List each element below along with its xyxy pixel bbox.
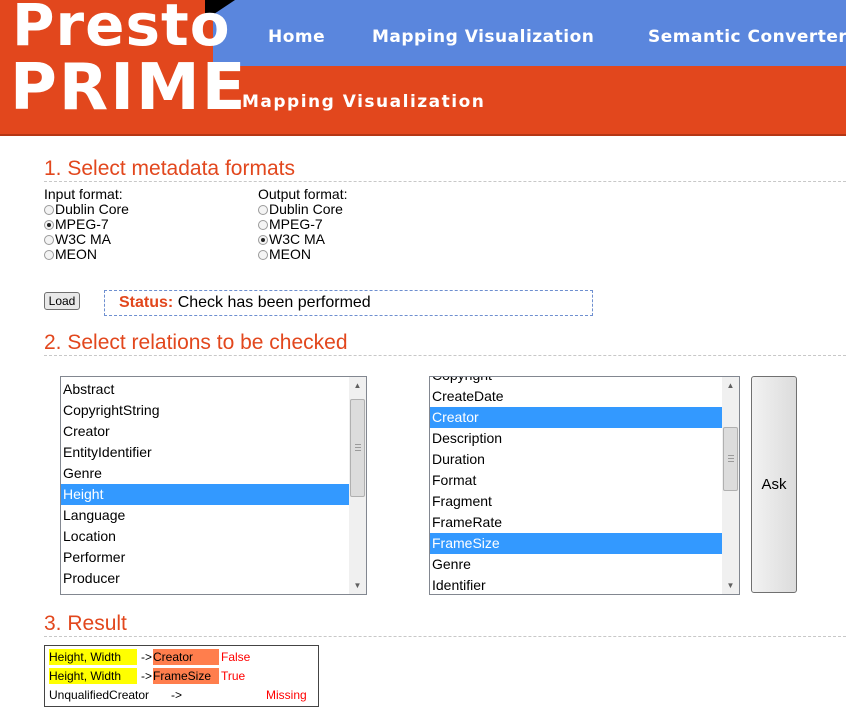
- load-button[interactable]: Load: [44, 292, 80, 310]
- output-format-label: Output format:: [258, 186, 348, 202]
- scrollbar-thumb[interactable]: [350, 399, 365, 497]
- scrollbar-thumb[interactable]: [723, 427, 738, 491]
- input-format-radio-dublin-core[interactable]: [44, 205, 54, 215]
- status-box: Status: Check has been performed: [104, 290, 593, 316]
- input-relations-items: Abstract CopyrightString Creator EntityIden…: [61, 379, 349, 589]
- output-format-radio-dublin-core[interactable]: [258, 205, 268, 215]
- result-arrow: ->: [141, 669, 153, 683]
- input-relation-item-entityidentifier[interactable]: EntityIdentifier: [61, 442, 349, 463]
- input-format-radio-w3c-ma[interactable]: [44, 235, 54, 245]
- section-1-title: 1. Select metadata formats: [44, 157, 295, 180]
- result-table: Height, Width -> Creator False Height, W…: [44, 645, 319, 707]
- input-format-option-label: MEON: [55, 246, 97, 262]
- grip-icon: [355, 444, 361, 451]
- logo-prime[interactable]: PRIME: [10, 56, 247, 120]
- header-divider: [0, 134, 846, 136]
- input-relation-item-producer[interactable]: Producer: [61, 568, 349, 589]
- input-format-option-label: Dublin Core: [55, 201, 129, 217]
- input-relation-item-creator[interactable]: Creator: [61, 421, 349, 442]
- input-relation-item-copyrightstring[interactable]: CopyrightString: [61, 400, 349, 421]
- input-format-option-dublin-core[interactable]: Dublin Core: [44, 202, 129, 217]
- output-relation-item-copyright[interactable]: Copyright: [430, 377, 722, 386]
- output-format-radio-w3c-ma[interactable]: [258, 235, 268, 245]
- status-label: Status:: [119, 294, 174, 311]
- output-format-option-label: Dublin Core: [269, 201, 343, 217]
- result-value: True: [221, 669, 246, 683]
- input-format-radio-mpeg-7[interactable]: [44, 220, 54, 230]
- output-format-options: Dublin Core MPEG-7 W3C MA MEON: [258, 202, 347, 262]
- output-relation-item-framerate[interactable]: FrameRate: [430, 512, 722, 533]
- result-value: False: [221, 650, 251, 664]
- grip-icon: [728, 455, 734, 462]
- output-relation-item-format[interactable]: Format: [430, 470, 722, 491]
- output-format-option-dublin-core[interactable]: Dublin Core: [258, 202, 347, 217]
- input-format-option-w3c-ma[interactable]: W3C MA: [44, 232, 129, 247]
- section-1-divider: [44, 181, 846, 182]
- input-relation-item-performer[interactable]: Performer: [61, 547, 349, 568]
- section-2-title: 2. Select relations to be checked: [44, 331, 348, 354]
- output-format-radio-meon[interactable]: [258, 250, 268, 260]
- logo-presto[interactable]: Presto: [12, 0, 231, 54]
- input-format-radio-meon[interactable]: [44, 250, 54, 260]
- input-relation-item-location[interactable]: Location: [61, 526, 349, 547]
- output-relation-item-genre[interactable]: Genre: [430, 554, 722, 575]
- result-source: Height, Width: [49, 668, 137, 684]
- input-format-option-label: MPEG-7: [55, 216, 109, 232]
- scroll-up-arrow-icon[interactable]: ▲: [722, 377, 739, 394]
- result-target: Creator: [153, 649, 219, 665]
- output-format-option-label: W3C MA: [269, 231, 325, 247]
- input-format-option-mpeg-7[interactable]: MPEG-7: [44, 217, 129, 232]
- output-format-option-meon[interactable]: MEON: [258, 247, 347, 262]
- output-relation-item-description[interactable]: Description: [430, 428, 722, 449]
- input-relation-item-height[interactable]: Height: [61, 484, 349, 505]
- output-format-option-label: MPEG-7: [269, 216, 323, 232]
- input-format-option-label: W3C MA: [55, 231, 111, 247]
- input-relations-listbox[interactable]: Abstract CopyrightString Creator EntityIden…: [60, 376, 367, 595]
- output-relation-item-identifier[interactable]: Identifier: [430, 575, 722, 594]
- input-format-group: Input format: Dublin Core MPEG-7 W3C MA MEO…: [44, 187, 129, 262]
- nav-mapping-visualization-link[interactable]: Mapping Visualization: [372, 27, 594, 47]
- result-target: FrameSize: [153, 668, 219, 684]
- result-arrow: ->: [171, 688, 183, 702]
- input-format-label: Input format:: [44, 186, 123, 202]
- output-format-radio-mpeg-7[interactable]: [258, 220, 268, 230]
- scroll-down-arrow-icon[interactable]: ▼: [349, 577, 366, 594]
- scroll-down-arrow-icon[interactable]: ▼: [722, 577, 739, 594]
- output-format-option-w3c-ma[interactable]: W3C MA: [258, 232, 347, 247]
- section-2-divider: [44, 355, 846, 356]
- input-format-options: Dublin Core MPEG-7 W3C MA MEON: [44, 202, 129, 262]
- ask-button[interactable]: Ask: [751, 376, 797, 593]
- nav-home-link[interactable]: Home: [268, 27, 325, 47]
- output-relation-item-createdate[interactable]: CreateDate: [430, 386, 722, 407]
- output-format-option-mpeg-7[interactable]: MPEG-7: [258, 217, 347, 232]
- output-format-option-label: MEON: [269, 246, 311, 262]
- result-source: UnqualifiedCreator: [49, 688, 150, 702]
- output-relation-item-framesize[interactable]: FrameSize: [430, 533, 722, 554]
- output-relation-item-creator[interactable]: Creator: [430, 407, 722, 428]
- section-3-title: 3. Result: [44, 612, 127, 635]
- output-relation-item-duration[interactable]: Duration: [430, 449, 722, 470]
- result-value: Missing: [266, 688, 307, 702]
- result-arrow: ->: [141, 650, 153, 664]
- input-relation-item-abstract[interactable]: Abstract: [61, 379, 349, 400]
- status-message: Check has been performed: [177, 294, 371, 311]
- input-format-option-meon[interactable]: MEON: [44, 247, 129, 262]
- section-3-divider: [44, 636, 846, 637]
- input-relation-item-genre[interactable]: Genre: [61, 463, 349, 484]
- output-relations-scrollbar[interactable]: ▲ ▼: [722, 377, 739, 594]
- input-relation-item-language[interactable]: Language: [61, 505, 349, 526]
- output-relations-listbox[interactable]: CopyrightCreateDateCreatorDescriptionDur…: [429, 376, 740, 595]
- output-relation-item-fragment[interactable]: Fragment: [430, 491, 722, 512]
- result-source: Height, Width: [49, 649, 137, 665]
- output-format-group: Output format: Dublin Core MPEG-7 W3C MA ME…: [258, 187, 347, 262]
- input-relations-scrollbar[interactable]: ▲ ▼: [349, 377, 366, 594]
- page-subtitle: Mapping Visualization: [242, 92, 486, 112]
- output-relations-items: CopyrightCreateDateCreatorDescriptionDur…: [430, 377, 722, 594]
- scroll-up-arrow-icon[interactable]: ▲: [349, 377, 366, 394]
- nav-semantic-converter-link[interactable]: Semantic Converter: [648, 27, 846, 47]
